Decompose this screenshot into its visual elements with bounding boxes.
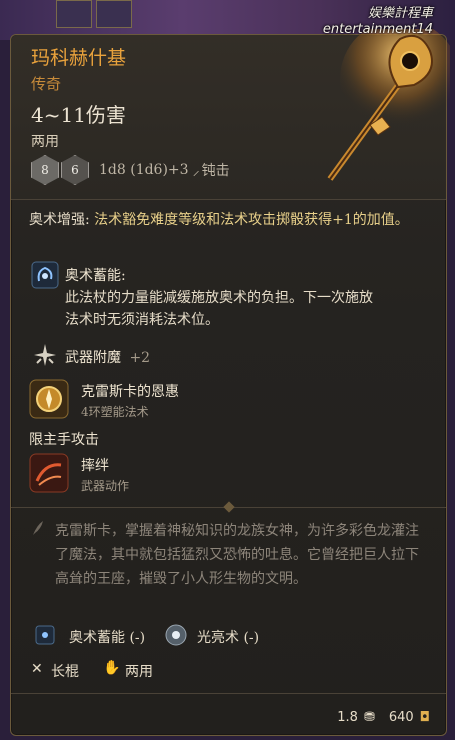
quill-icon <box>33 521 43 535</box>
lore-text: 克雷斯卡，掌握着神秘知识的龙族女神，为许多彩色龙灌注了魔法，其中就包括猛烈又恐怖… <box>55 523 419 587</box>
divider <box>11 693 446 694</box>
weight-value: 1.8 <box>337 710 358 725</box>
d8-die-icon: 8 <box>31 155 59 185</box>
arcane-charge-desc: 此法杖的力量能减缓施放奥术的负担。下一次施放 法术时无须消耗法术位。 <box>65 290 373 328</box>
spell-name: 克雷斯卡的恩惠 <box>81 384 179 400</box>
divider <box>11 199 446 200</box>
arcane-charge-small-icon <box>35 625 55 645</box>
weight-value-row: 1.8 ⛃ 640 ◘ <box>337 710 430 725</box>
damage-type: 钝击 <box>201 163 230 179</box>
passive-title: 奥术增强: <box>29 212 90 228</box>
damage-dice-row: 8 6 1d8 (1d6)+3 ⸝ 钝击 <box>31 155 230 185</box>
weapon-enchant-icon <box>34 344 56 366</box>
item-name: 玛科赫什基 <box>31 47 127 69</box>
dice-formula: 1d8 (1d6)+3 <box>99 162 189 178</box>
item-handedness: 两用 <box>31 134 59 150</box>
weight-icon: ⛃ <box>363 710 375 725</box>
proficiency-hands: 两用 <box>125 664 153 680</box>
coin-icon: ◘ <box>419 710 430 725</box>
weapon-type: 长棍 <box>51 664 79 680</box>
tag-light: 光亮术 (-) <box>197 630 260 646</box>
action-name: 摔绊 <box>81 458 109 474</box>
spell-subtitle: 4环塑能法术 <box>81 405 149 419</box>
passive-arcane-enhancement: 奥术增强: 法术豁免难度等级和法术攻击掷骰获得+1的加值。 <box>29 209 429 231</box>
weapon-enchant-row: 武器附魔 +2 <box>65 347 150 367</box>
divider-ornament <box>223 501 235 513</box>
passive-text: 法术豁免难度等级和法术攻击掷骰获得+1的加值。 <box>94 212 409 228</box>
weapon-enchant-value: +2 <box>129 350 151 366</box>
item-tooltip: 玛科赫什基 传奇 4~11伤害 两用 8 6 1d8 (1d6)+3 ⸝ 钝击 … <box>10 29 450 736</box>
spell-icon[interactable] <box>29 379 69 419</box>
arcane-charge-icon <box>31 261 59 289</box>
action-subtitle: 武器动作 <box>81 479 130 493</box>
gold-value: 640 <box>388 710 414 725</box>
light-spell-icon <box>165 624 187 646</box>
weapon-enchant-label: 武器附魔 <box>65 350 121 366</box>
staff-item-icon <box>327 29 450 181</box>
arcane-charge-name: 奥术蓄能: <box>65 268 126 284</box>
main-hand-label: 限主手攻击 <box>29 432 99 448</box>
watermark: 娱樂計程車 entertainment14 <box>322 6 433 37</box>
mace-icon: ⸝ <box>192 162 200 179</box>
hotbar-slot[interactable] <box>56 0 92 28</box>
hand-icon: ✋ <box>103 660 121 676</box>
tag-arcane-charge: 奥术蓄能 (-) <box>69 630 146 646</box>
item-damage: 4~11伤害 <box>31 103 126 127</box>
crossed-staves-icon: ✕ <box>31 661 43 677</box>
item-rarity: 传奇 <box>31 75 62 93</box>
d6-die-icon: 6 <box>61 155 89 185</box>
hotbar-slot[interactable] <box>96 0 132 28</box>
action-icon[interactable] <box>29 453 69 493</box>
